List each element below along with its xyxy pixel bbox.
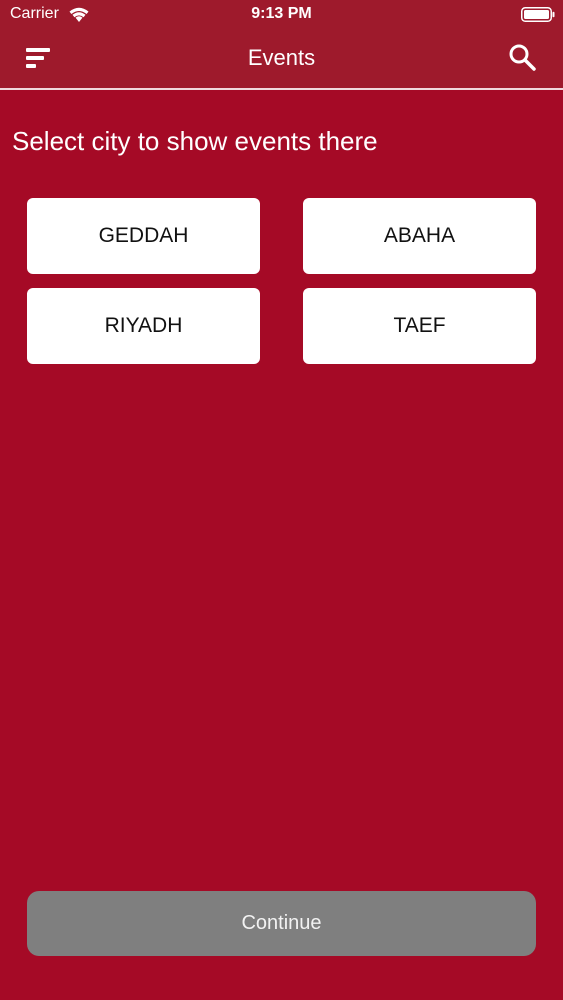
- city-grid: GEDDAH ABAHA RIYADH TAEF: [27, 198, 536, 364]
- city-button-abaha[interactable]: ABAHA: [303, 198, 536, 274]
- navigation-bar: Events: [0, 30, 563, 88]
- continue-button[interactable]: Continue: [27, 891, 536, 956]
- page-title: Events: [247, 45, 316, 70]
- nav-divider: [0, 88, 563, 90]
- status-bar: Carrier 9:13 PM: [0, 0, 563, 30]
- battery-icon: [521, 7, 555, 22]
- city-button-riyadh[interactable]: RIYADH: [27, 288, 260, 364]
- select-city-prompt: Select city to show events there: [12, 126, 378, 156]
- city-button-geddah[interactable]: GEDDAH: [27, 198, 260, 274]
- status-time: 9:13 PM: [251, 5, 312, 22]
- search-icon[interactable]: [507, 42, 539, 74]
- events-screen: Carrier 9:13 PM Events Select city to sh…: [0, 0, 563, 1000]
- city-button-taef[interactable]: TAEF: [303, 288, 536, 364]
